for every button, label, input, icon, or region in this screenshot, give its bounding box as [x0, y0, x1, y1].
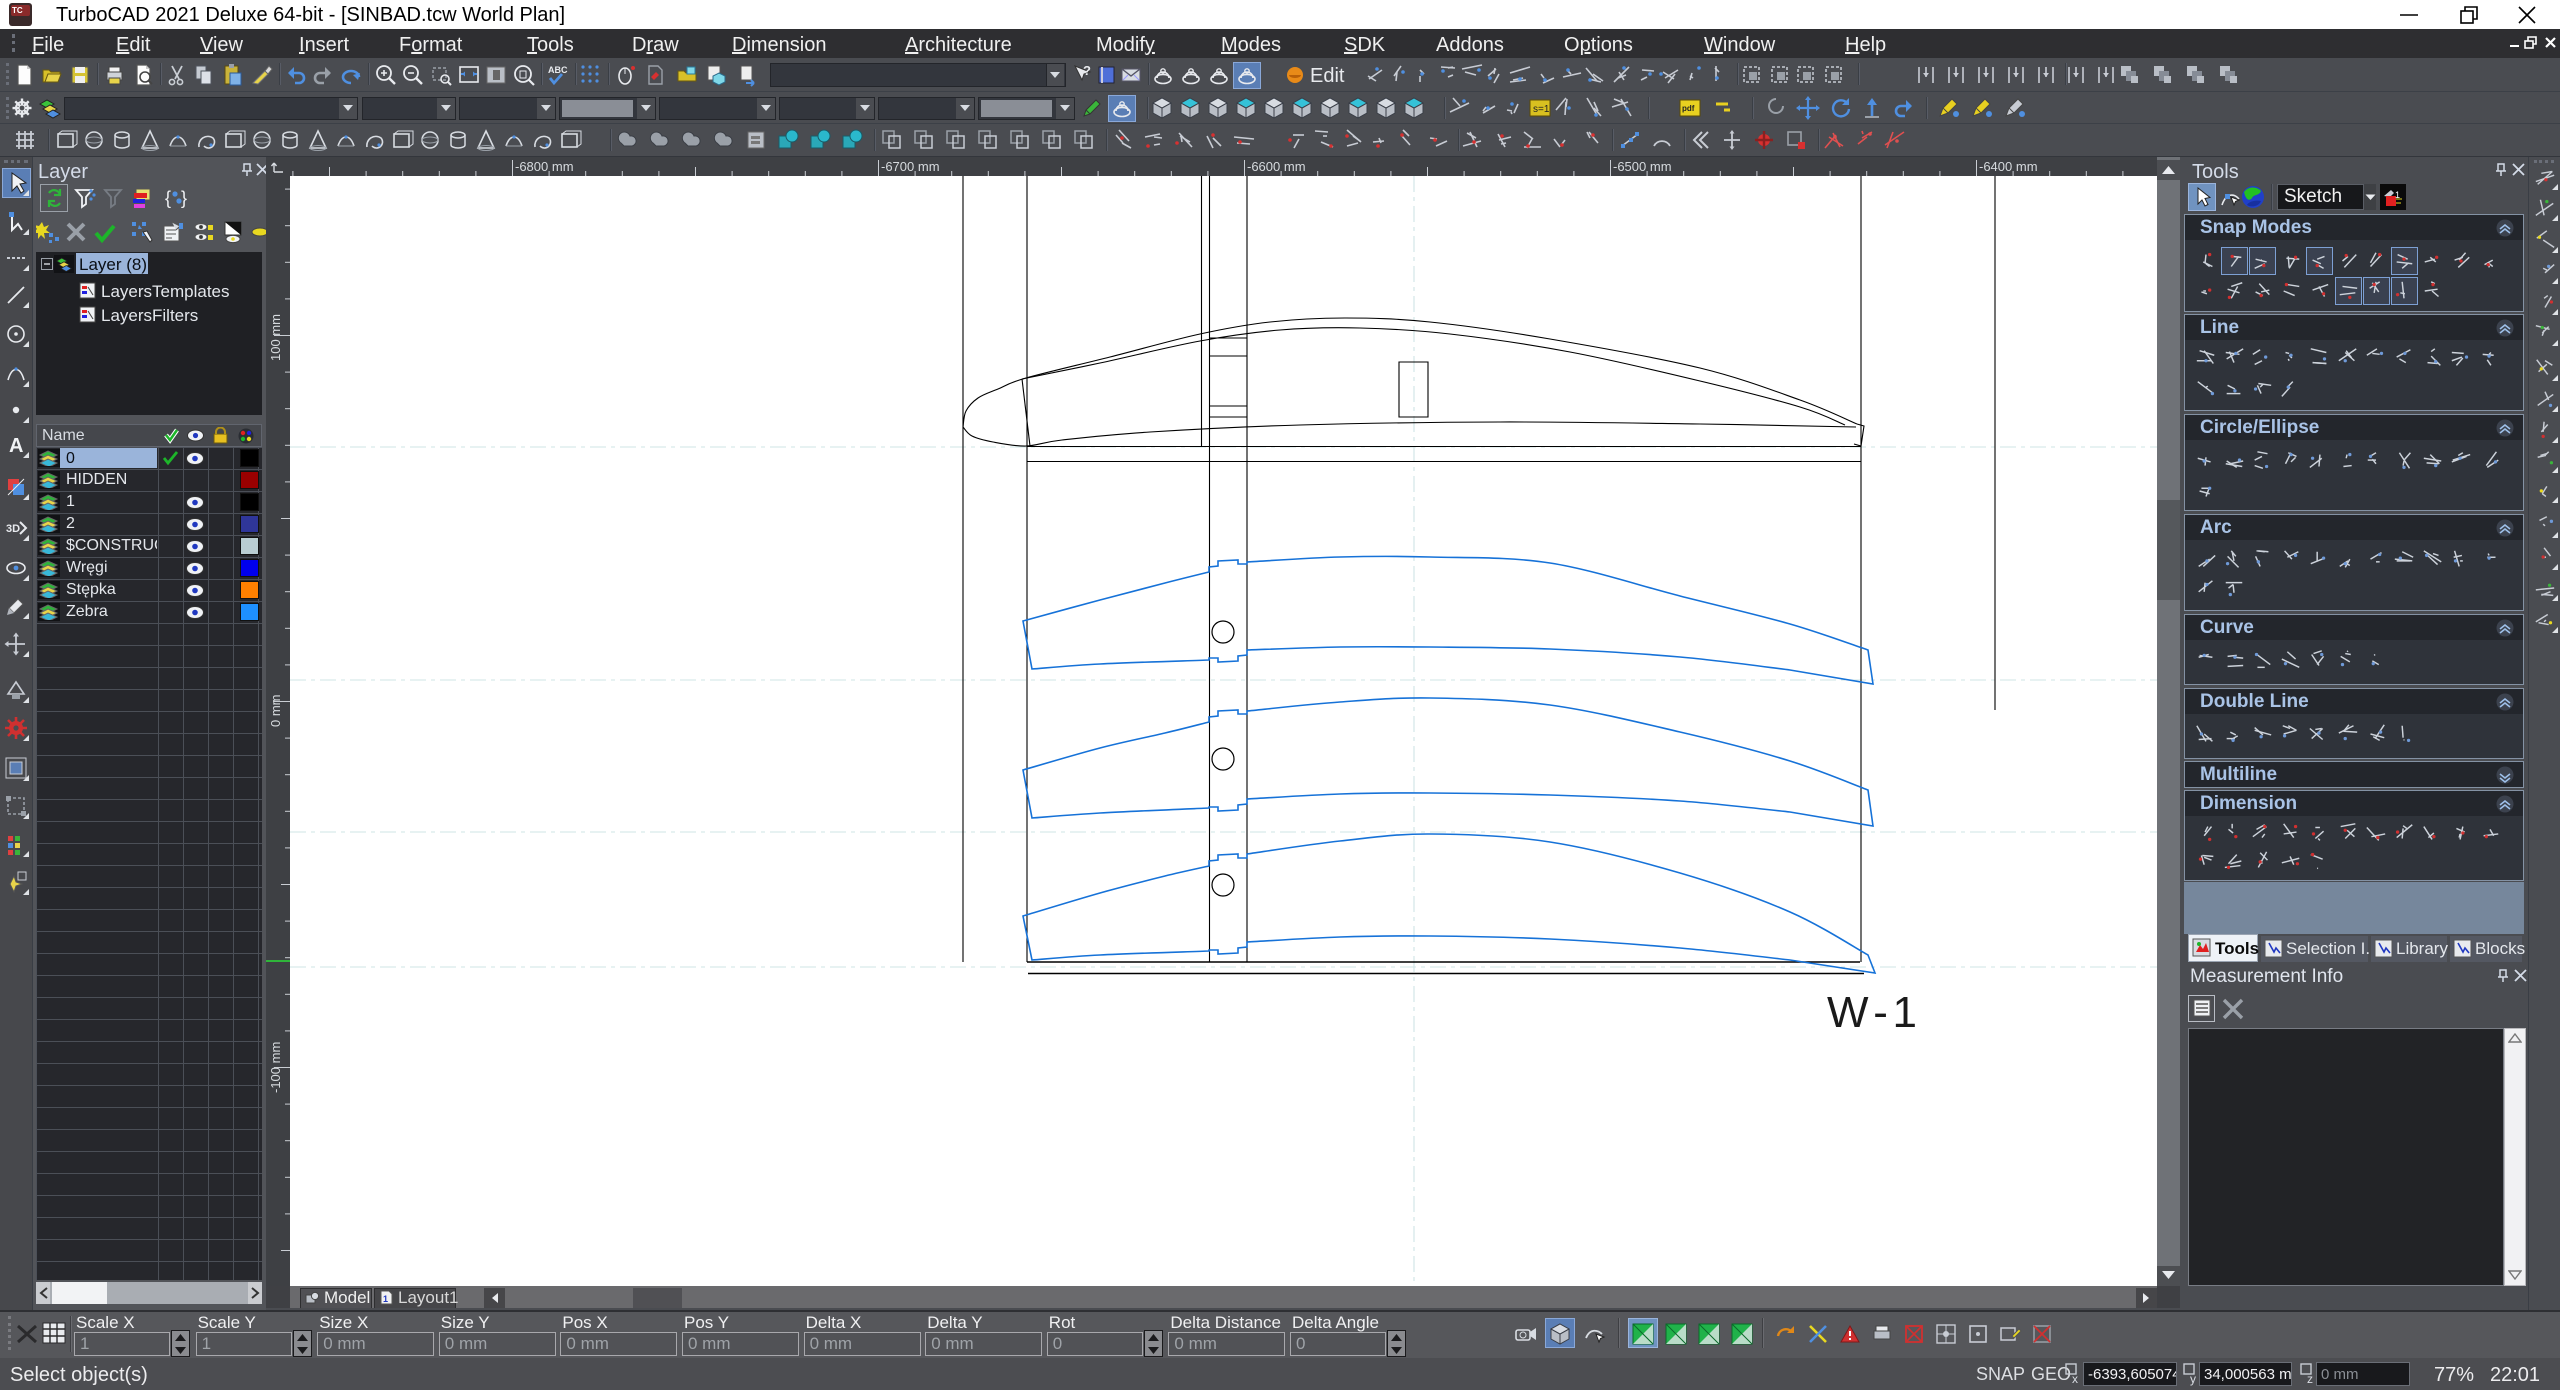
- svg-text:pdf: pdf: [1682, 104, 1695, 113]
- svg-text:A: A: [9, 435, 23, 457]
- svg-text:3D: 3D: [6, 523, 20, 535]
- svg-text:W - 1: W - 1: [1827, 988, 1917, 1037]
- svg-text:{: {: [165, 188, 171, 208]
- svg-text:1: 1: [383, 1294, 388, 1304]
- svg-text:}: }: [181, 188, 187, 208]
- svg-text:ABC: ABC: [548, 65, 568, 75]
- svg-text:?: ?: [1083, 63, 1091, 78]
- svg-text:s=1: s=1: [1533, 104, 1550, 115]
